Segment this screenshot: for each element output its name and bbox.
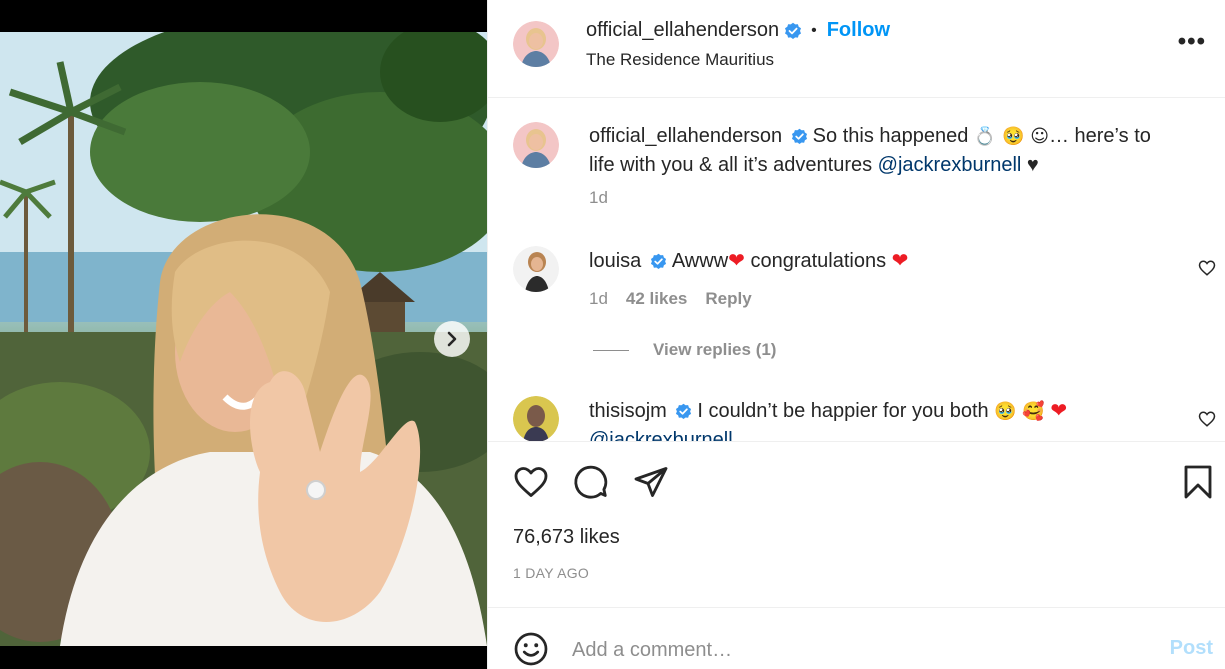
caption-time[interactable]: 1d — [589, 188, 608, 208]
avatar-image — [513, 122, 559, 168]
replies-divider — [593, 349, 629, 351]
heart-icon[interactable] — [513, 464, 549, 500]
likes-count[interactable]: 76,673 likes — [513, 526, 620, 549]
red-heart-icon: ❤ — [1050, 398, 1068, 422]
red-heart-icon: ❤ — [891, 248, 909, 272]
share-icon[interactable] — [633, 464, 669, 500]
caption-avatar[interactable] — [513, 122, 559, 168]
caption-text: official_ellahenderson So this happened … — [589, 122, 1176, 179]
comment-mention[interactable]: @jackrexburnell — [589, 429, 733, 441]
bookmark-icon[interactable] — [1180, 464, 1216, 500]
post-header: official_ellahenderson • Follow The Resi… — [488, 0, 1225, 98]
separator-dot: • — [811, 21, 817, 39]
red-heart-icon: ❤ — [728, 248, 745, 272]
view-replies-label: View replies (1) — [653, 340, 777, 359]
chevron-right-icon — [447, 331, 457, 347]
author-username[interactable]: official_ellahenderson — [586, 19, 779, 42]
caption-username[interactable]: official_ellahenderson — [589, 125, 782, 147]
avatar-image — [513, 21, 559, 67]
caption-text-start: So this happened — [812, 125, 974, 147]
caption-mention[interactable]: @jackrexburnell — [878, 154, 1022, 176]
comment-text: thisisojm I couldn’t be happier for you … — [589, 396, 1176, 441]
emoji-icon[interactable] — [513, 631, 549, 667]
post-timestamp[interactable]: 1 DAY AGO — [513, 565, 589, 581]
caption-meta: 1d — [589, 188, 608, 208]
commenter-avatar[interactable] — [513, 396, 559, 441]
comment-like-heart-icon[interactable] — [1198, 410, 1216, 428]
post-photo — [0, 32, 487, 646]
author-avatar[interactable] — [513, 21, 559, 67]
commenter-avatar[interactable] — [513, 246, 559, 292]
post-button[interactable]: Post — [1170, 637, 1213, 660]
comment-text-main: I couldn’t be happier for you both — [697, 400, 995, 422]
comment-input[interactable] — [572, 632, 1132, 668]
view-replies-button[interactable]: View replies (1) — [593, 340, 776, 360]
comment-text: louisa Awww❤ congratulations ❤ — [589, 246, 1176, 275]
comment-like-heart-icon[interactable] — [1198, 259, 1216, 277]
comment-username[interactable]: thisisojm — [589, 400, 667, 422]
reply-button[interactable]: Reply — [705, 289, 751, 309]
comment-username[interactable]: louisa — [589, 250, 641, 272]
comment-emojis: 🥹 🥰 — [994, 401, 1045, 422]
more-options-icon[interactable]: ••• — [1178, 30, 1206, 54]
add-comment-bar: Post — [488, 607, 1225, 669]
avatar-image — [513, 396, 559, 441]
caption-emojis: 💍 🥹 ☺ — [973, 126, 1049, 147]
verified-badge-icon — [650, 253, 666, 270]
next-photo-button[interactable] — [434, 321, 470, 357]
comment-meta: 1d 42 likes Reply — [589, 289, 752, 309]
comment-time[interactable]: 1d — [589, 289, 608, 309]
author-line: official_ellahenderson • Follow — [586, 19, 890, 42]
action-bar: 76,673 likes 1 DAY AGO — [488, 441, 1225, 607]
comment-likes[interactable]: 42 likes — [626, 289, 687, 309]
avatar-image — [513, 246, 559, 292]
engagement-ring-photo — [0, 32, 487, 646]
caption-trailing: ♥ — [1021, 154, 1039, 176]
follow-button[interactable]: Follow — [827, 19, 890, 42]
comment-text-a: Awww — [671, 250, 729, 272]
comment-text-b: congratulations — [744, 250, 892, 272]
verified-badge-icon — [785, 22, 802, 39]
post-media — [0, 0, 487, 669]
verified-badge-icon — [791, 128, 807, 145]
verified-badge-icon — [676, 403, 692, 420]
post-location[interactable]: The Residence Mauritius — [586, 50, 774, 70]
comment-icon[interactable] — [573, 464, 609, 500]
comments-list[interactable]: official_ellahenderson So this happened … — [488, 98, 1225, 441]
post-side-panel: official_ellahenderson • Follow The Resi… — [487, 0, 1225, 669]
